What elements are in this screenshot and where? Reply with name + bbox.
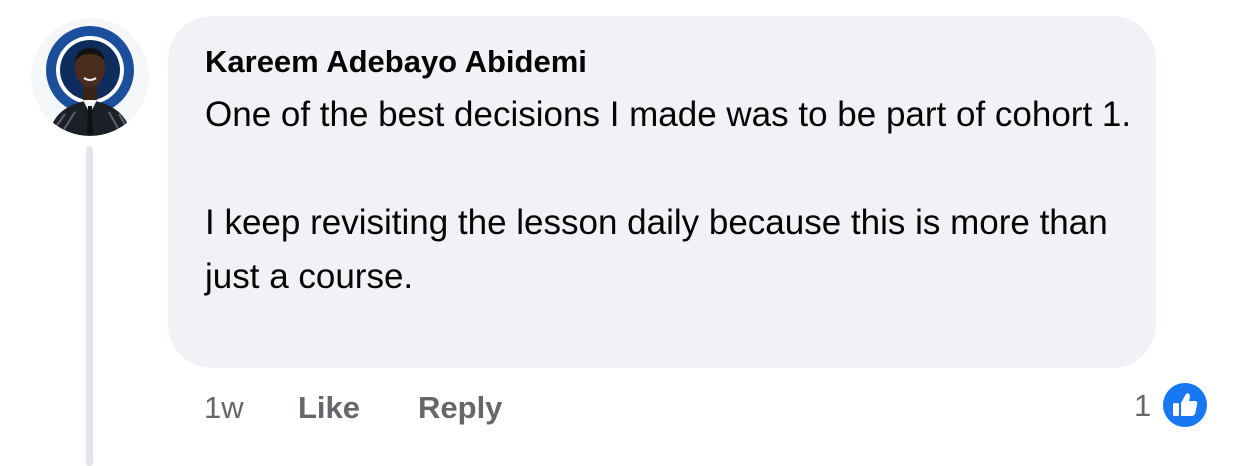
avatar[interactable] xyxy=(31,18,149,136)
comment-bubble: Kareem Adebayo Abidemi One of the best d… xyxy=(168,16,1156,368)
avatar-image xyxy=(31,18,149,136)
like-button[interactable]: Like xyxy=(298,388,360,428)
timestamp[interactable]: 1w xyxy=(204,388,244,428)
thread-line xyxy=(86,146,93,466)
thumbs-up-icon[interactable] xyxy=(1158,378,1212,432)
reaction-count[interactable]: 1 xyxy=(1134,386,1151,426)
reply-button[interactable]: Reply xyxy=(418,388,502,428)
author-name[interactable]: Kareem Adebayo Abidemi xyxy=(205,44,587,80)
comment-paragraph: One of the best decisions I made was to … xyxy=(205,95,1132,134)
comment-paragraph: I keep revisiting the lesson daily becau… xyxy=(205,203,1108,296)
comment-text: One of the best decisions I made was to … xyxy=(205,88,1145,304)
